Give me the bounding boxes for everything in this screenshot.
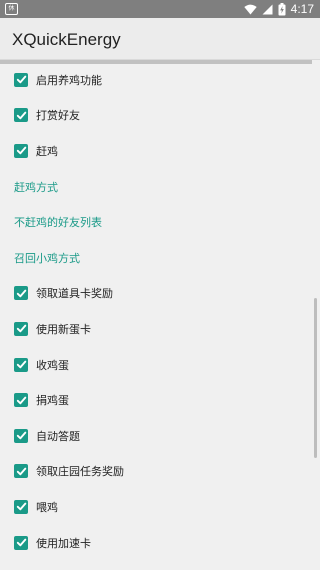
checkbox[interactable]	[14, 464, 28, 479]
checkbox-row[interactable]: 领取道具卡奖励	[0, 276, 320, 312]
checkbox[interactable]	[14, 393, 28, 408]
checkbox-row[interactable]: 使用加速卡	[0, 525, 320, 561]
check-icon	[16, 396, 26, 404]
check-icon	[16, 431, 26, 440]
checkbox[interactable]	[14, 357, 28, 372]
category-link[interactable]: 召回小鸡方式	[0, 240, 320, 276]
checkbox-row[interactable]: 喂鸡	[0, 489, 320, 525]
check-icon	[16, 360, 26, 369]
app-title: XQuickEnergy	[12, 30, 121, 49]
checkbox-label: 启用养鸡功能	[36, 73, 102, 87]
checkbox[interactable]	[14, 321, 28, 336]
checkbox[interactable]	[14, 499, 28, 514]
checkbox-row[interactable]: 打赏好友	[0, 98, 320, 134]
checkbox-row[interactable]: 收鸡蛋	[0, 347, 320, 383]
checkbox-label: 赶鸡	[36, 144, 58, 158]
check-icon	[16, 538, 26, 547]
check-icon	[16, 503, 26, 511]
checkbox-row[interactable]: 启用养鸡功能	[0, 62, 320, 98]
checkbox[interactable]	[14, 143, 28, 158]
check-icon	[16, 75, 26, 84]
wifi-icon	[243, 4, 257, 14]
category-link[interactable]: 不赶鸡的好友列表	[0, 204, 320, 240]
checkbox-label: 使用加速卡	[36, 536, 91, 550]
checkbox[interactable]	[14, 108, 28, 123]
category-label: 不赶鸡的好友列表	[14, 216, 102, 230]
check-icon	[16, 147, 26, 155]
checkbox-label: 自动答题	[36, 429, 80, 443]
settings-list: 启用养鸡功能 打赏好友赶鸡赶鸡方式不赶鸡的好友列表 召回小鸡方式领取道具卡奖励 使用新…	[0, 62, 320, 560]
checkbox-row[interactable]: 自动答题	[0, 418, 320, 454]
checkbox-label: 收鸡蛋	[36, 358, 69, 372]
checkbox-row[interactable]: 领取庄园任务奖励	[0, 454, 320, 490]
checkbox[interactable]	[14, 72, 28, 87]
checkbox-label: 领取庄园任务奖励	[36, 465, 124, 479]
checkbox-label: 领取道具卡奖励	[36, 287, 113, 301]
checkbox-row[interactable]: 赶鸡	[0, 133, 320, 169]
check-icon	[16, 467, 26, 476]
checkbox-row[interactable]: 使用新蛋卡	[0, 311, 320, 347]
status-bar: 休闲 4:17	[0, 0, 320, 18]
checkbox-label: 喂鸡	[36, 500, 58, 514]
checkbox-label: 打赏好友	[36, 109, 80, 123]
check-icon	[16, 111, 26, 120]
battery-icon	[278, 2, 286, 15]
check-icon	[16, 289, 26, 298]
category-label: 召回小鸡方式	[14, 251, 80, 265]
clock-time: 4:17	[290, 2, 314, 16]
app-notification-icon: 休闲	[5, 3, 18, 15]
checkbox-row[interactable]: 捐鸡蛋	[0, 382, 320, 418]
scrollbar[interactable]	[314, 298, 317, 458]
checkbox[interactable]	[14, 535, 28, 550]
category-link[interactable]: 赶鸡方式	[0, 169, 320, 205]
app-bar: XQuickEnergy	[0, 18, 320, 60]
checkbox-label: 使用新蛋卡	[36, 322, 91, 336]
checkbox[interactable]	[14, 286, 28, 301]
check-icon	[16, 325, 26, 333]
checkbox-label: 捐鸡蛋	[36, 394, 69, 408]
category-label: 赶鸡方式	[14, 180, 58, 194]
checkbox[interactable]	[14, 428, 28, 443]
signal-icon	[262, 4, 273, 14]
